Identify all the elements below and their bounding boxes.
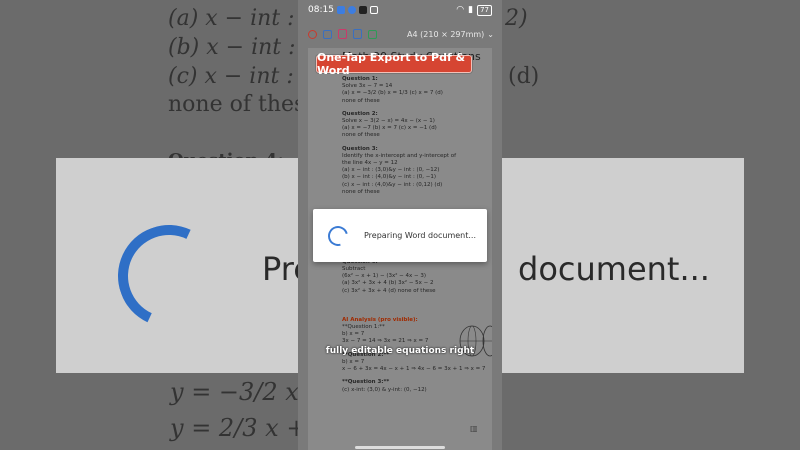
bg-fragment-1: 2) (505, 6, 528, 31)
document-line: (a) x = −7 (b) x = 7 (c) x = −1 (d) (342, 125, 437, 132)
document-line: (c) x-int: (3,0) & y-int: (0, −12) (342, 386, 427, 393)
document-line: Question 2: (342, 110, 378, 117)
loading-dialog: Preparing Word document... (313, 209, 487, 262)
bg-big-text-right: document... (518, 250, 710, 288)
paper-size-label: A4 (210 × 297mm) (407, 29, 485, 39)
document-line: (c) x − int : (4,0)&y − int : (0,12) (d) (342, 181, 443, 188)
document-line: (a) x = −3/2 (b) x = 1/3 (c) x = 7 (d) (342, 90, 443, 97)
notification-icon (369, 6, 378, 14)
document-line: (b) x − int : (4,0)&y − int : (0, −1) (342, 174, 437, 181)
document-line: x − 6 + 3x = 4x − x + 1 ⇒ 4x − 6 = 3x + … (342, 366, 486, 373)
document-line: none of these (342, 132, 380, 139)
document-line: Solve 3x − 7 = 14 (342, 83, 393, 90)
document-line: Solve x − 3(2 − x) = 4x − (x − 1) (342, 118, 435, 125)
document-line: **Question 3:** (342, 379, 390, 386)
bg-fragment-2: (d) (508, 64, 540, 89)
document-line: none of these (342, 97, 380, 104)
document-line: the line 4x − y = 12 (342, 160, 398, 167)
clock: 08:15 (308, 5, 334, 15)
loading-spinner-icon (324, 221, 352, 250)
signal-icon: ▮ (468, 5, 474, 15)
bg-line-none: none of these (168, 92, 319, 117)
document-line: none of these (342, 188, 380, 195)
wifi-icon: ◠ (456, 5, 465, 15)
chevron-down-icon: ⌄ (487, 29, 494, 39)
app-icon (347, 6, 356, 14)
bg-line-b: (b) x − int : (168, 35, 296, 60)
save-icon[interactable] (323, 29, 332, 39)
home-indicator[interactable] (355, 446, 445, 449)
bg-line-a: (a) x − int : ( (168, 6, 311, 31)
status-bar: 08:15 ◠ ▮ 77 (298, 0, 502, 20)
document-line: (a) x − int : (3,0)&y − int : (0, −12) (342, 167, 440, 174)
bg-line-c: (c) x − int : ( (168, 64, 310, 89)
document-line: Question 3: (342, 145, 378, 152)
word-icon[interactable] (353, 29, 362, 39)
pdf-icon[interactable] (338, 29, 347, 39)
stop-icon[interactable] (308, 29, 317, 39)
editor-toolbar: A4 (210 × 297mm) ⌄ (298, 22, 502, 46)
loading-message: Preparing Word document... (364, 231, 476, 240)
document-line: (a) 3x² + 3x + 4 (b) 3x² − 5x − 2 (342, 280, 434, 287)
battery-icon: 77 (477, 4, 492, 16)
export-banner: One-Tap Export to Pdf & Word (316, 51, 472, 77)
tiktok-icon (358, 6, 367, 14)
messenger-icon (336, 6, 345, 14)
video-caption: fully editable equations right (325, 346, 475, 356)
document-line: Question 1: (342, 76, 378, 82)
document-line: Identify the x-intercept and y-intercept… (342, 152, 457, 159)
sphere-figure-icon (459, 325, 492, 357)
paper-size-select[interactable]: A4 (210 × 297mm) ⌄ (407, 30, 494, 39)
image-export-icon[interactable] (368, 29, 377, 39)
document-line: (c) 3x² + 3x + 4 (d) none of these (342, 287, 436, 294)
chart-icon[interactable]: ▥ (470, 424, 478, 433)
